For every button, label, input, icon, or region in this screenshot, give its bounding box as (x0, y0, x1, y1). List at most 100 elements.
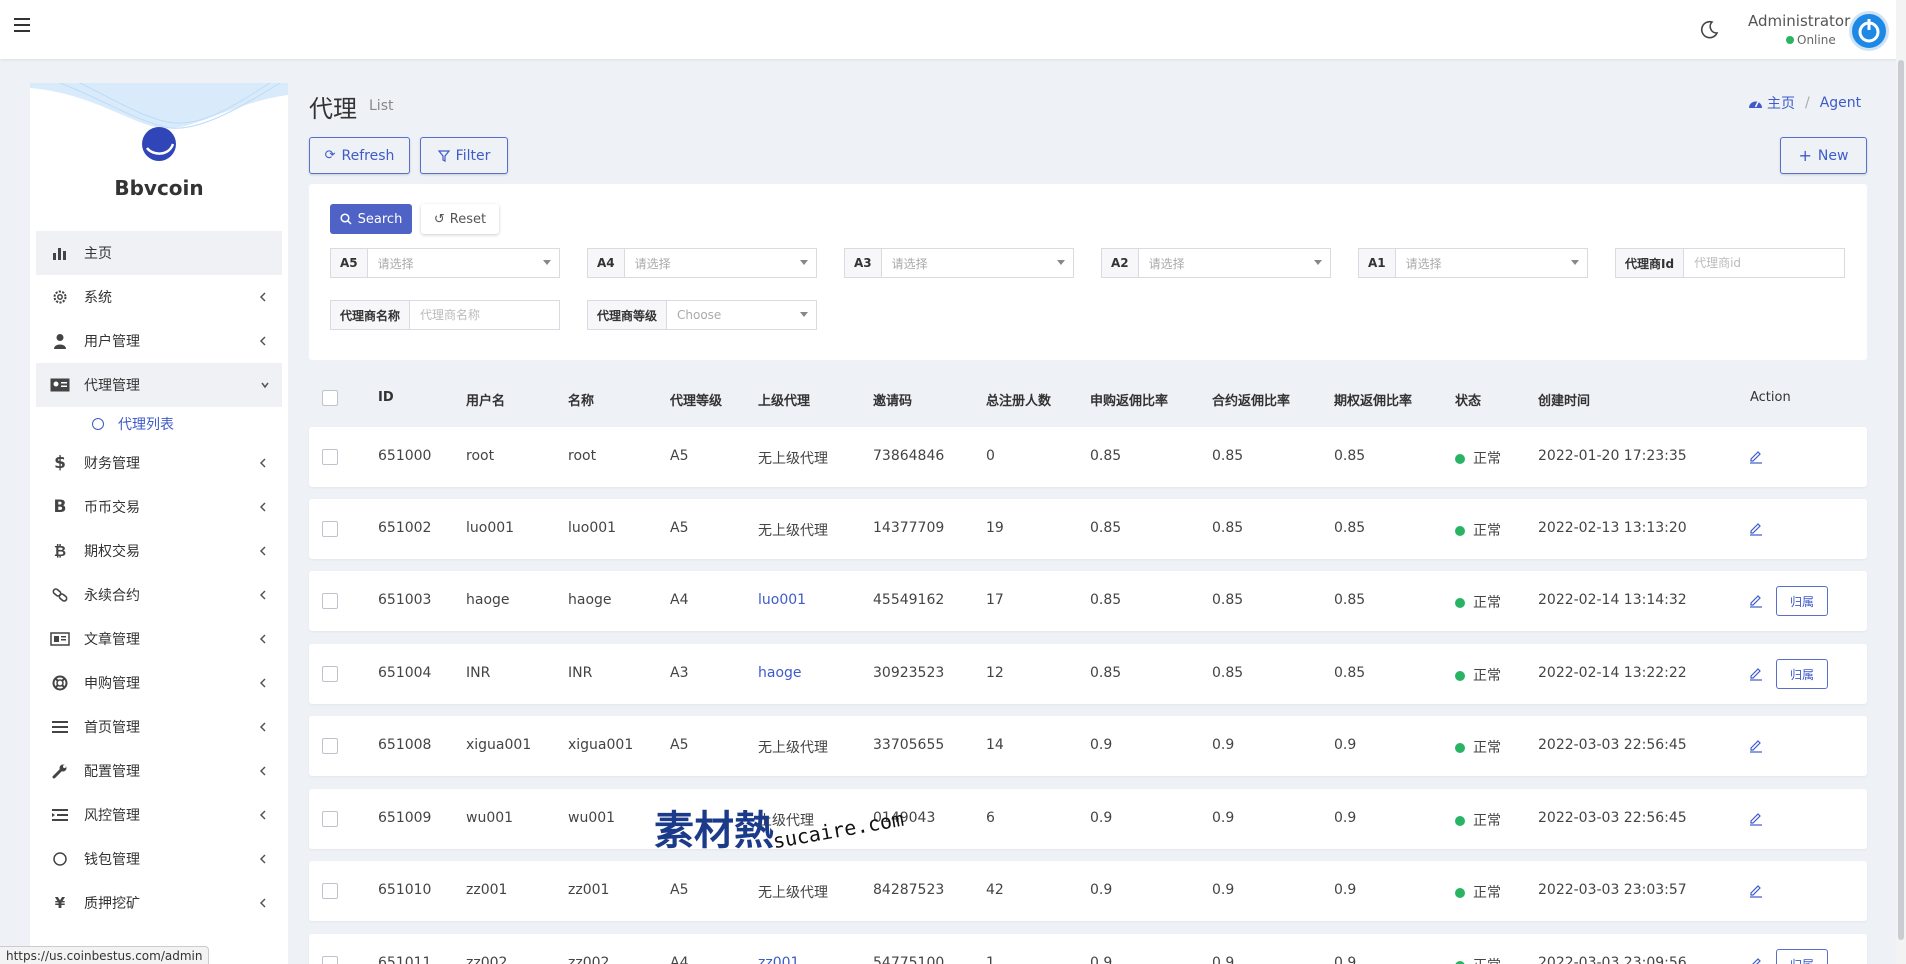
edit-icon[interactable] (1748, 592, 1764, 608)
edit-icon[interactable] (1748, 737, 1764, 753)
filter-a3-select[interactable]: 请选择 (882, 249, 1073, 277)
sidebar-item-system[interactable]: 系统 (36, 275, 282, 319)
sidebar-item-articles[interactable]: 文章管理 (36, 617, 282, 661)
user-status: Online (1786, 33, 1836, 47)
row-checkbox[interactable] (322, 593, 338, 609)
reset-button[interactable]: ↺ Reset (421, 204, 499, 234)
filter-a1-select[interactable]: 请选择 (1396, 249, 1587, 277)
caret-down-icon (800, 312, 808, 317)
sidebar-item-risk-control[interactable]: 风控管理 (36, 793, 282, 837)
sidebar-item-homepage[interactable]: 首页管理 (36, 705, 282, 749)
page-scrollbar[interactable] (1896, 0, 1906, 964)
assign-button[interactable]: 归属 (1776, 949, 1828, 964)
cell-option-rate: 0.85 (1334, 665, 1366, 681)
refresh-button[interactable]: ⟳ Refresh (309, 137, 410, 174)
caret-down-icon (543, 260, 551, 265)
edit-icon[interactable] (1748, 520, 1764, 536)
agent-level-select[interactable]: Choose (667, 301, 816, 329)
header-id[interactable]: ID (378, 390, 394, 405)
sidebar-item-label: 财务管理 (84, 456, 140, 472)
row-checkbox[interactable] (322, 738, 338, 754)
cell-parent[interactable]: zz001 (758, 955, 799, 964)
row-checkbox[interactable] (322, 956, 338, 964)
cell-parent[interactable]: luo001 (758, 592, 806, 608)
cell-created-at: 2022-01-20 17:23:35 (1538, 448, 1687, 464)
circle-icon (50, 850, 70, 868)
sidebar-item-home[interactable]: 主页 (36, 231, 282, 275)
cell-username: INR (466, 665, 491, 681)
status-dot-icon (1455, 598, 1465, 608)
cell-invite-code: 54775100 (873, 955, 945, 964)
sidebar-item-wallet[interactable]: 钱包管理 (36, 837, 282, 881)
cell-subscribe-rate: 0.85 (1090, 448, 1122, 464)
sidebar-item-users[interactable]: 用户管理 (36, 319, 282, 363)
search-button[interactable]: Search (330, 204, 412, 234)
cell-id: 651000 (378, 448, 432, 464)
edit-icon[interactable] (1748, 810, 1764, 826)
sidebar-item-options-trading[interactable]: ₿ 期权交易 (36, 529, 282, 573)
table-row: 651004 INR INR A3 haoge 30923523 12 0.85 0.85 0.8… (309, 644, 1867, 704)
sidebar-subitem-agent-list[interactable]: 代理列表 (36, 407, 282, 441)
search-icon (340, 213, 352, 225)
sidebar-item-staking[interactable]: ¥ 质押挖矿 (36, 881, 282, 925)
agent-id-input[interactable] (1684, 249, 1845, 277)
sidebar-item-agents[interactable]: 代理管理 (36, 363, 282, 407)
breadcrumb-current[interactable]: Agent (1820, 95, 1861, 111)
row-checkbox[interactable] (322, 449, 338, 465)
edit-icon[interactable] (1748, 882, 1764, 898)
select-all-checkbox[interactable] (322, 390, 338, 406)
cell-name: zz002 (568, 955, 610, 964)
sidebar-item-label: 配置管理 (84, 764, 140, 780)
search-label: Search (357, 211, 403, 227)
cell-subscribe-rate: 0.85 (1090, 592, 1122, 608)
filter-a4-select[interactable]: 请选择 (625, 249, 816, 277)
cell-total-registered: 6 (986, 810, 995, 826)
new-button[interactable]: + New (1780, 137, 1867, 174)
cell-parent: 无上级代理 (758, 451, 828, 467)
row-checkbox[interactable] (322, 666, 338, 682)
cell-total-registered: 14 (986, 737, 1004, 753)
watermark-cn: 素材熱 (654, 808, 774, 854)
caret-down-icon (1571, 260, 1579, 265)
status-dot-icon (1455, 671, 1465, 681)
cell-contract-rate: 0.85 (1212, 592, 1244, 608)
user-name[interactable]: Administrator (1748, 12, 1850, 30)
hamburger-menu-icon[interactable] (14, 18, 30, 32)
filter-agent-name-label: 代理商名称 (331, 301, 411, 329)
header-parent: 上级代理 (758, 394, 811, 409)
agent-name-input[interactable] (410, 301, 571, 329)
edit-icon[interactable] (1748, 665, 1764, 681)
cell-parent[interactable]: haoge (758, 665, 802, 681)
cell-id: 651002 (378, 520, 432, 536)
edit-icon[interactable] (1748, 448, 1764, 464)
row-checkbox[interactable] (322, 811, 338, 827)
edit-icon[interactable] (1748, 955, 1764, 964)
sidebar-item-subscriptions[interactable]: 申购管理 (36, 661, 282, 705)
plus-icon: + (1798, 146, 1812, 165)
cell-name: root (568, 448, 597, 464)
filter-a5-select[interactable]: 请选择 (368, 249, 559, 277)
cell-status: 正常 (1455, 665, 1501, 685)
link-icon (50, 586, 70, 604)
sidebar-item-finance[interactable]: $ 财务管理 (36, 441, 282, 485)
cell-invite-code: 33705655 (873, 737, 945, 753)
chevron-left-icon (259, 722, 266, 732)
filter-button[interactable]: Filter (420, 137, 508, 174)
status-dot-icon (1455, 888, 1465, 898)
moon-icon[interactable] (1699, 20, 1719, 40)
row-checkbox[interactable] (322, 521, 338, 537)
assign-button[interactable]: 归属 (1776, 586, 1828, 616)
filter-a2-select[interactable]: 请选择 (1139, 249, 1330, 277)
sidebar-item-perpetual[interactable]: 永续合约 (36, 573, 282, 617)
cell-contract-rate: 0.85 (1212, 448, 1244, 464)
watermark-en: sucaire.com (770, 806, 906, 854)
avatar[interactable] (1849, 11, 1889, 51)
sidebar-item-config[interactable]: 配置管理 (36, 749, 282, 793)
chevron-left-icon (259, 810, 266, 820)
sidebar-item-spot-trading[interactable]: B 币币交易 (36, 485, 282, 529)
filter-panel: Search ↺ Reset A5 请选择 A4 请选择 A3 请选择 A2 请… (309, 184, 1867, 360)
cell-level: A5 (670, 448, 689, 464)
row-checkbox[interactable] (322, 883, 338, 899)
assign-button[interactable]: 归属 (1776, 659, 1828, 689)
breadcrumb-home[interactable]: 主页 (1767, 93, 1795, 113)
